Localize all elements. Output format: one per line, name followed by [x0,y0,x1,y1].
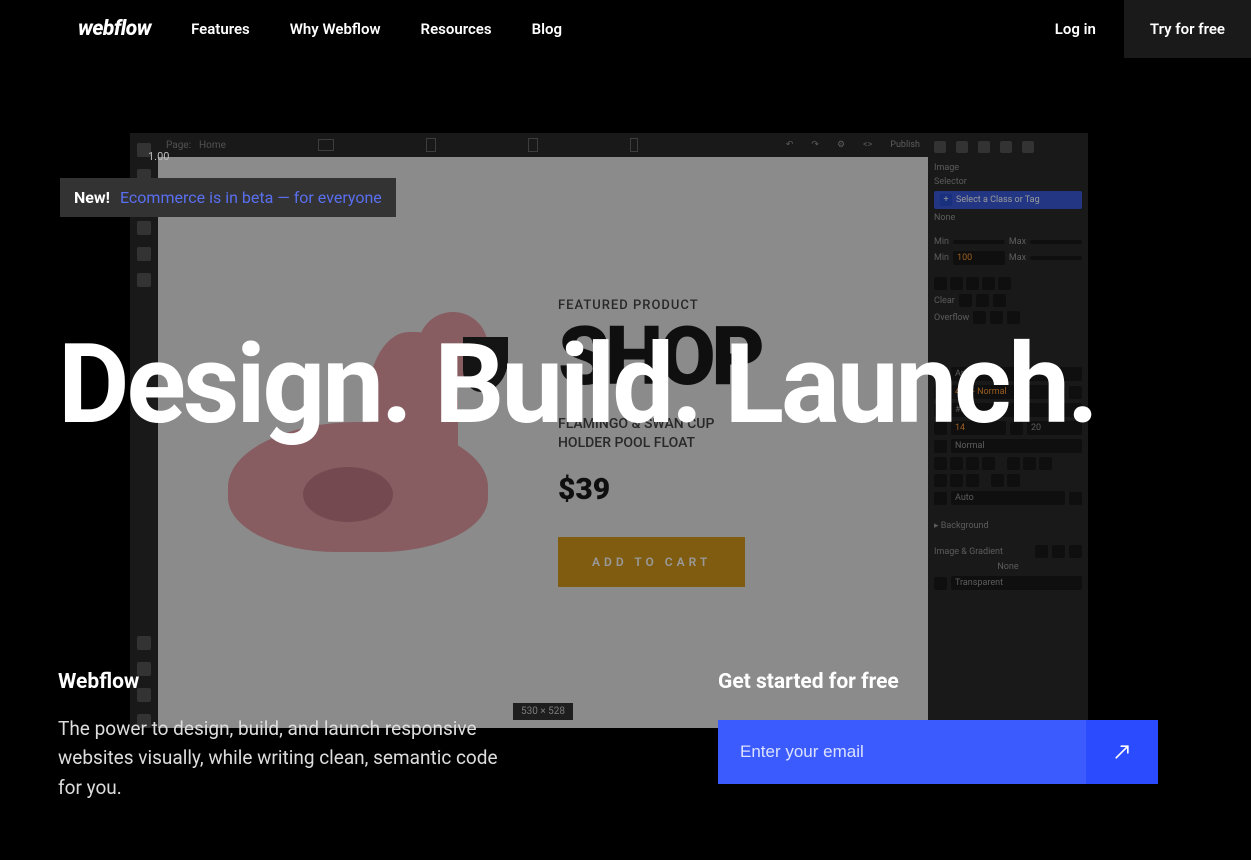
max-w-input[interactable] [1030,240,1082,244]
clear-left-icon[interactable] [959,294,972,307]
product-price: $39 [558,472,761,507]
bg-img-icon[interactable] [1035,545,1048,558]
min-label2: Min [934,253,949,263]
dir-ltr-icon[interactable] [991,474,1004,487]
canvas-dimensions: 530 × 528 [513,703,573,720]
bg-swatch-icon[interactable] [934,577,947,590]
clear-both-icon[interactable] [993,294,1006,307]
device-tablet-icon[interactable] [426,138,436,152]
image-section-label: Image [934,163,1082,173]
code-icon[interactable]: <> [863,140,872,150]
selector-field[interactable]: + Select a Class or Tag [934,191,1082,209]
align-r-icon[interactable] [966,457,979,470]
align-j-icon[interactable] [982,457,995,470]
announcement-badge[interactable]: New! Ecommerce is in beta — for everyone [60,178,396,217]
login-link[interactable]: Log in [1027,20,1124,38]
email-form [718,720,1158,784]
signup-block: Get started for free [718,670,1158,784]
dir-rtl-icon[interactable] [1007,474,1020,487]
device-desktop-icon[interactable] [318,139,334,151]
interact-tab-icon[interactable] [1000,141,1012,153]
breadcrumb-page-label: Page: [166,140,191,151]
sub-body: The power to design, build, and launch r… [58,714,498,802]
deco-o-icon[interactable] [1039,457,1052,470]
selector-placeholder: Select a Class or Tag [956,195,1040,205]
max-label: Max [1009,237,1026,247]
top-nav: webflow Features Why Webflow Resources B… [0,0,1251,58]
more-type-select[interactable]: Auto [951,491,1065,505]
min-h-input[interactable]: 100 [953,251,1005,265]
nav-right: Log in Try for free [1027,0,1251,58]
redo-icon[interactable]: ↷ [811,140,819,150]
more-settings-icon[interactable] [1069,492,1082,505]
manager-tab-icon[interactable] [978,141,990,153]
email-input[interactable] [718,720,1086,784]
deco-s-icon[interactable] [1023,457,1036,470]
disp-block-icon[interactable] [934,277,947,290]
badge-new: New! [74,188,110,207]
hero-title: Design. Build. Launch. [58,320,1096,449]
min-label: Min [934,237,949,247]
settings-tab-icon[interactable] [956,141,968,153]
disp-grid-icon[interactable] [982,277,995,290]
tt-upper-icon[interactable] [934,474,947,487]
deco-u-icon[interactable] [1007,457,1020,470]
designer-topbar: Page: Home ↶ ↷ ⚙ <> Publish [158,133,928,157]
nav-links: Features Why Webflow Resources Blog [191,20,562,38]
disp-flex-icon[interactable] [966,277,979,290]
background-section-label: ▸ Background [934,521,1082,531]
clear-label: Clear [934,296,955,306]
badge-text: Ecommerce is in beta — for everyone [120,188,382,207]
selector-label: Selector [934,177,1082,187]
arrow-icon [1112,742,1132,762]
signup-title: Get started for free [718,670,1158,694]
cms-icon[interactable] [137,221,151,235]
effects-tab-icon[interactable] [1022,141,1034,153]
bg-none: None [997,562,1018,572]
subhead: Webflow The power to design, build, and … [58,670,498,802]
device-tablet2-icon[interactable] [528,138,538,152]
add-to-cart-button[interactable]: ADD TO CART [558,537,745,587]
more-type-icon[interactable] [934,492,947,505]
settings-icon[interactable] [137,273,151,287]
max-label2: Max [1009,253,1026,263]
device-phone-icon[interactable] [630,138,638,152]
nav-link-resources[interactable]: Resources [421,20,492,38]
tt-cap-icon[interactable] [966,474,979,487]
selector-plus-icon[interactable]: + [940,194,952,206]
assets-icon[interactable] [137,247,151,261]
image-gradient-label: Image & Gradient [934,547,1003,557]
align-l-icon[interactable] [934,457,947,470]
bg-grad-icon[interactable] [1052,545,1065,558]
min-w-input[interactable] [953,240,1005,244]
logo[interactable]: webflow [78,17,151,41]
align-c-icon[interactable] [950,457,963,470]
tt-lower-icon[interactable] [950,474,963,487]
breadcrumb-home[interactable]: Home [199,140,226,151]
nav-link-why[interactable]: Why Webflow [290,20,381,38]
sub-title: Webflow [58,670,498,694]
inherit-none: None [934,213,1082,223]
help-icon[interactable] [137,636,151,650]
submit-button[interactable] [1086,720,1158,784]
try-free-button[interactable]: Try for free [1124,0,1251,58]
disp-inline-icon[interactable] [950,277,963,290]
style-tab-icon[interactable] [934,141,946,153]
disp-none-icon[interactable] [998,277,1011,290]
export-icon[interactable]: ⚙ [837,140,845,150]
nav-link-blog[interactable]: Blog [532,20,562,38]
publish-button[interactable]: Publish [890,140,920,150]
nav-link-features[interactable]: Features [191,20,250,38]
bg-color-icon[interactable] [1069,545,1082,558]
clear-right-icon[interactable] [976,294,989,307]
version-label: 1.00 [148,150,169,163]
bg-transparent[interactable]: Transparent [951,576,1082,590]
max-h-input[interactable] [1030,256,1082,260]
undo-icon[interactable]: ↶ [786,140,794,150]
